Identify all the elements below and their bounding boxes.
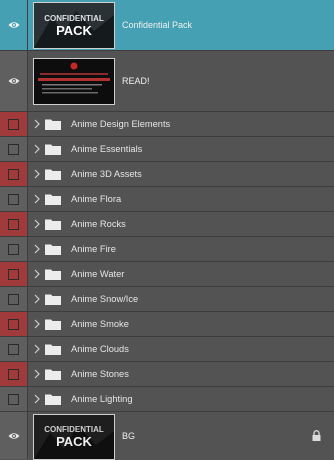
group-name: Anime Smoke xyxy=(71,319,129,329)
eye-icon xyxy=(8,22,19,28)
group-row[interactable]: Anime Clouds xyxy=(0,337,334,362)
visibility-toggle[interactable] xyxy=(0,112,28,136)
group-name: Anime 3D Assets xyxy=(71,169,142,179)
folder-icon xyxy=(45,219,61,230)
visibility-toggle[interactable] xyxy=(0,287,28,311)
thumb-text-line2: PACK xyxy=(56,434,92,449)
folder-icon xyxy=(45,294,61,305)
visibility-toggle[interactable] xyxy=(0,312,28,336)
layer-row-confidential-pack[interactable]: CONFIDENTIAL PACK Confidential Pack xyxy=(0,0,334,51)
group-name: Anime Water xyxy=(71,269,125,279)
visibility-box-icon xyxy=(8,368,19,380)
visibility-box-icon xyxy=(8,118,19,130)
visibility-toggle[interactable] xyxy=(0,362,28,386)
visibility-box-icon xyxy=(8,218,19,230)
visibility-toggle[interactable] xyxy=(0,237,28,261)
visibility-box-icon xyxy=(8,343,19,355)
layer-thumbnail xyxy=(33,58,115,105)
group-row[interactable]: Anime Flora xyxy=(0,187,334,212)
folder-icon xyxy=(45,344,61,355)
visibility-box-icon xyxy=(8,193,19,205)
layers-panel: CONFIDENTIAL PACK Confidential Pack READ… xyxy=(0,0,334,460)
chevron-right-icon[interactable] xyxy=(34,319,40,329)
group-row[interactable]: Anime Stones xyxy=(0,362,334,387)
visibility-box-icon xyxy=(8,293,19,305)
chevron-right-icon[interactable] xyxy=(34,144,40,154)
folder-icon xyxy=(45,319,61,330)
folder-icon xyxy=(45,394,61,405)
visibility-toggle[interactable] xyxy=(0,187,28,211)
layer-thumbnail: CONFIDENTIAL PACK xyxy=(33,2,115,49)
folder-icon xyxy=(45,169,61,180)
chevron-right-icon[interactable] xyxy=(34,219,40,229)
group-row[interactable]: Anime Design Elements xyxy=(0,112,334,137)
visibility-toggle[interactable] xyxy=(0,162,28,186)
visibility-box-icon xyxy=(8,243,19,255)
chevron-right-icon[interactable] xyxy=(34,119,40,129)
visibility-toggle[interactable] xyxy=(0,337,28,361)
layer-name: BG xyxy=(122,430,136,441)
lock-icon[interactable] xyxy=(312,430,321,441)
layer-name: READ! xyxy=(122,76,150,86)
folder-icon xyxy=(45,144,61,155)
visibility-toggle[interactable] xyxy=(0,51,28,111)
group-name: Anime Design Elements xyxy=(71,119,171,129)
chevron-right-icon[interactable] xyxy=(34,344,40,354)
group-name: Anime Fire xyxy=(71,244,116,254)
folder-icon xyxy=(45,119,61,130)
group-row[interactable]: Anime Snow/Ice xyxy=(0,287,334,312)
eye-icon xyxy=(8,432,19,439)
visibility-toggle[interactable] xyxy=(0,412,28,459)
layer-name: Confidential Pack xyxy=(122,20,193,30)
folder-icon xyxy=(45,269,61,280)
group-name: Anime Snow/Ice xyxy=(71,294,139,304)
group-name: Anime Lighting xyxy=(71,394,133,404)
eye-icon xyxy=(8,78,19,84)
chevron-right-icon[interactable] xyxy=(34,244,40,254)
visibility-box-icon xyxy=(8,393,19,405)
group-row[interactable]: Anime Essentials xyxy=(0,137,334,162)
visibility-box-icon xyxy=(8,143,19,155)
group-name: Anime Essentials xyxy=(71,144,143,154)
chevron-right-icon[interactable] xyxy=(34,194,40,204)
visibility-toggle[interactable] xyxy=(0,262,28,286)
folder-icon xyxy=(45,369,61,380)
group-row[interactable]: Anime Smoke xyxy=(0,312,334,337)
group-row[interactable]: Anime 3D Assets xyxy=(0,162,334,187)
chevron-right-icon[interactable] xyxy=(34,394,40,404)
folder-icon xyxy=(45,244,61,255)
chevron-right-icon[interactable] xyxy=(34,169,40,179)
thumb-text-line1: CONFIDENTIAL xyxy=(44,425,104,434)
visibility-toggle[interactable] xyxy=(0,212,28,236)
thumb-text-line2: PACK xyxy=(56,23,92,38)
group-row[interactable]: Anime Fire xyxy=(0,237,334,262)
group-name: Anime Flora xyxy=(71,194,122,204)
chevron-right-icon[interactable] xyxy=(34,369,40,379)
visibility-box-icon xyxy=(8,318,19,330)
visibility-toggle[interactable] xyxy=(0,387,28,411)
thumb-text-line1: CONFIDENTIAL xyxy=(44,14,104,23)
layer-row-read[interactable]: READ! xyxy=(0,51,334,112)
group-name: Anime Stones xyxy=(71,369,129,379)
visibility-toggle[interactable] xyxy=(0,137,28,161)
layer-row-bg[interactable]: CONFIDENTIAL PACK BG xyxy=(0,412,334,460)
group-name: Anime Clouds xyxy=(71,344,129,354)
group-row[interactable]: Anime Lighting xyxy=(0,387,334,412)
visibility-toggle[interactable] xyxy=(0,0,28,50)
visibility-box-icon xyxy=(8,168,19,180)
layer-thumbnail: CONFIDENTIAL PACK xyxy=(33,414,115,460)
folder-icon xyxy=(45,194,61,205)
group-name: Anime Rocks xyxy=(71,219,126,229)
group-row[interactable]: Anime Water xyxy=(0,262,334,287)
group-row[interactable]: Anime Rocks xyxy=(0,212,334,237)
visibility-box-icon xyxy=(8,268,19,280)
chevron-right-icon[interactable] xyxy=(34,294,40,304)
chevron-right-icon[interactable] xyxy=(34,269,40,279)
